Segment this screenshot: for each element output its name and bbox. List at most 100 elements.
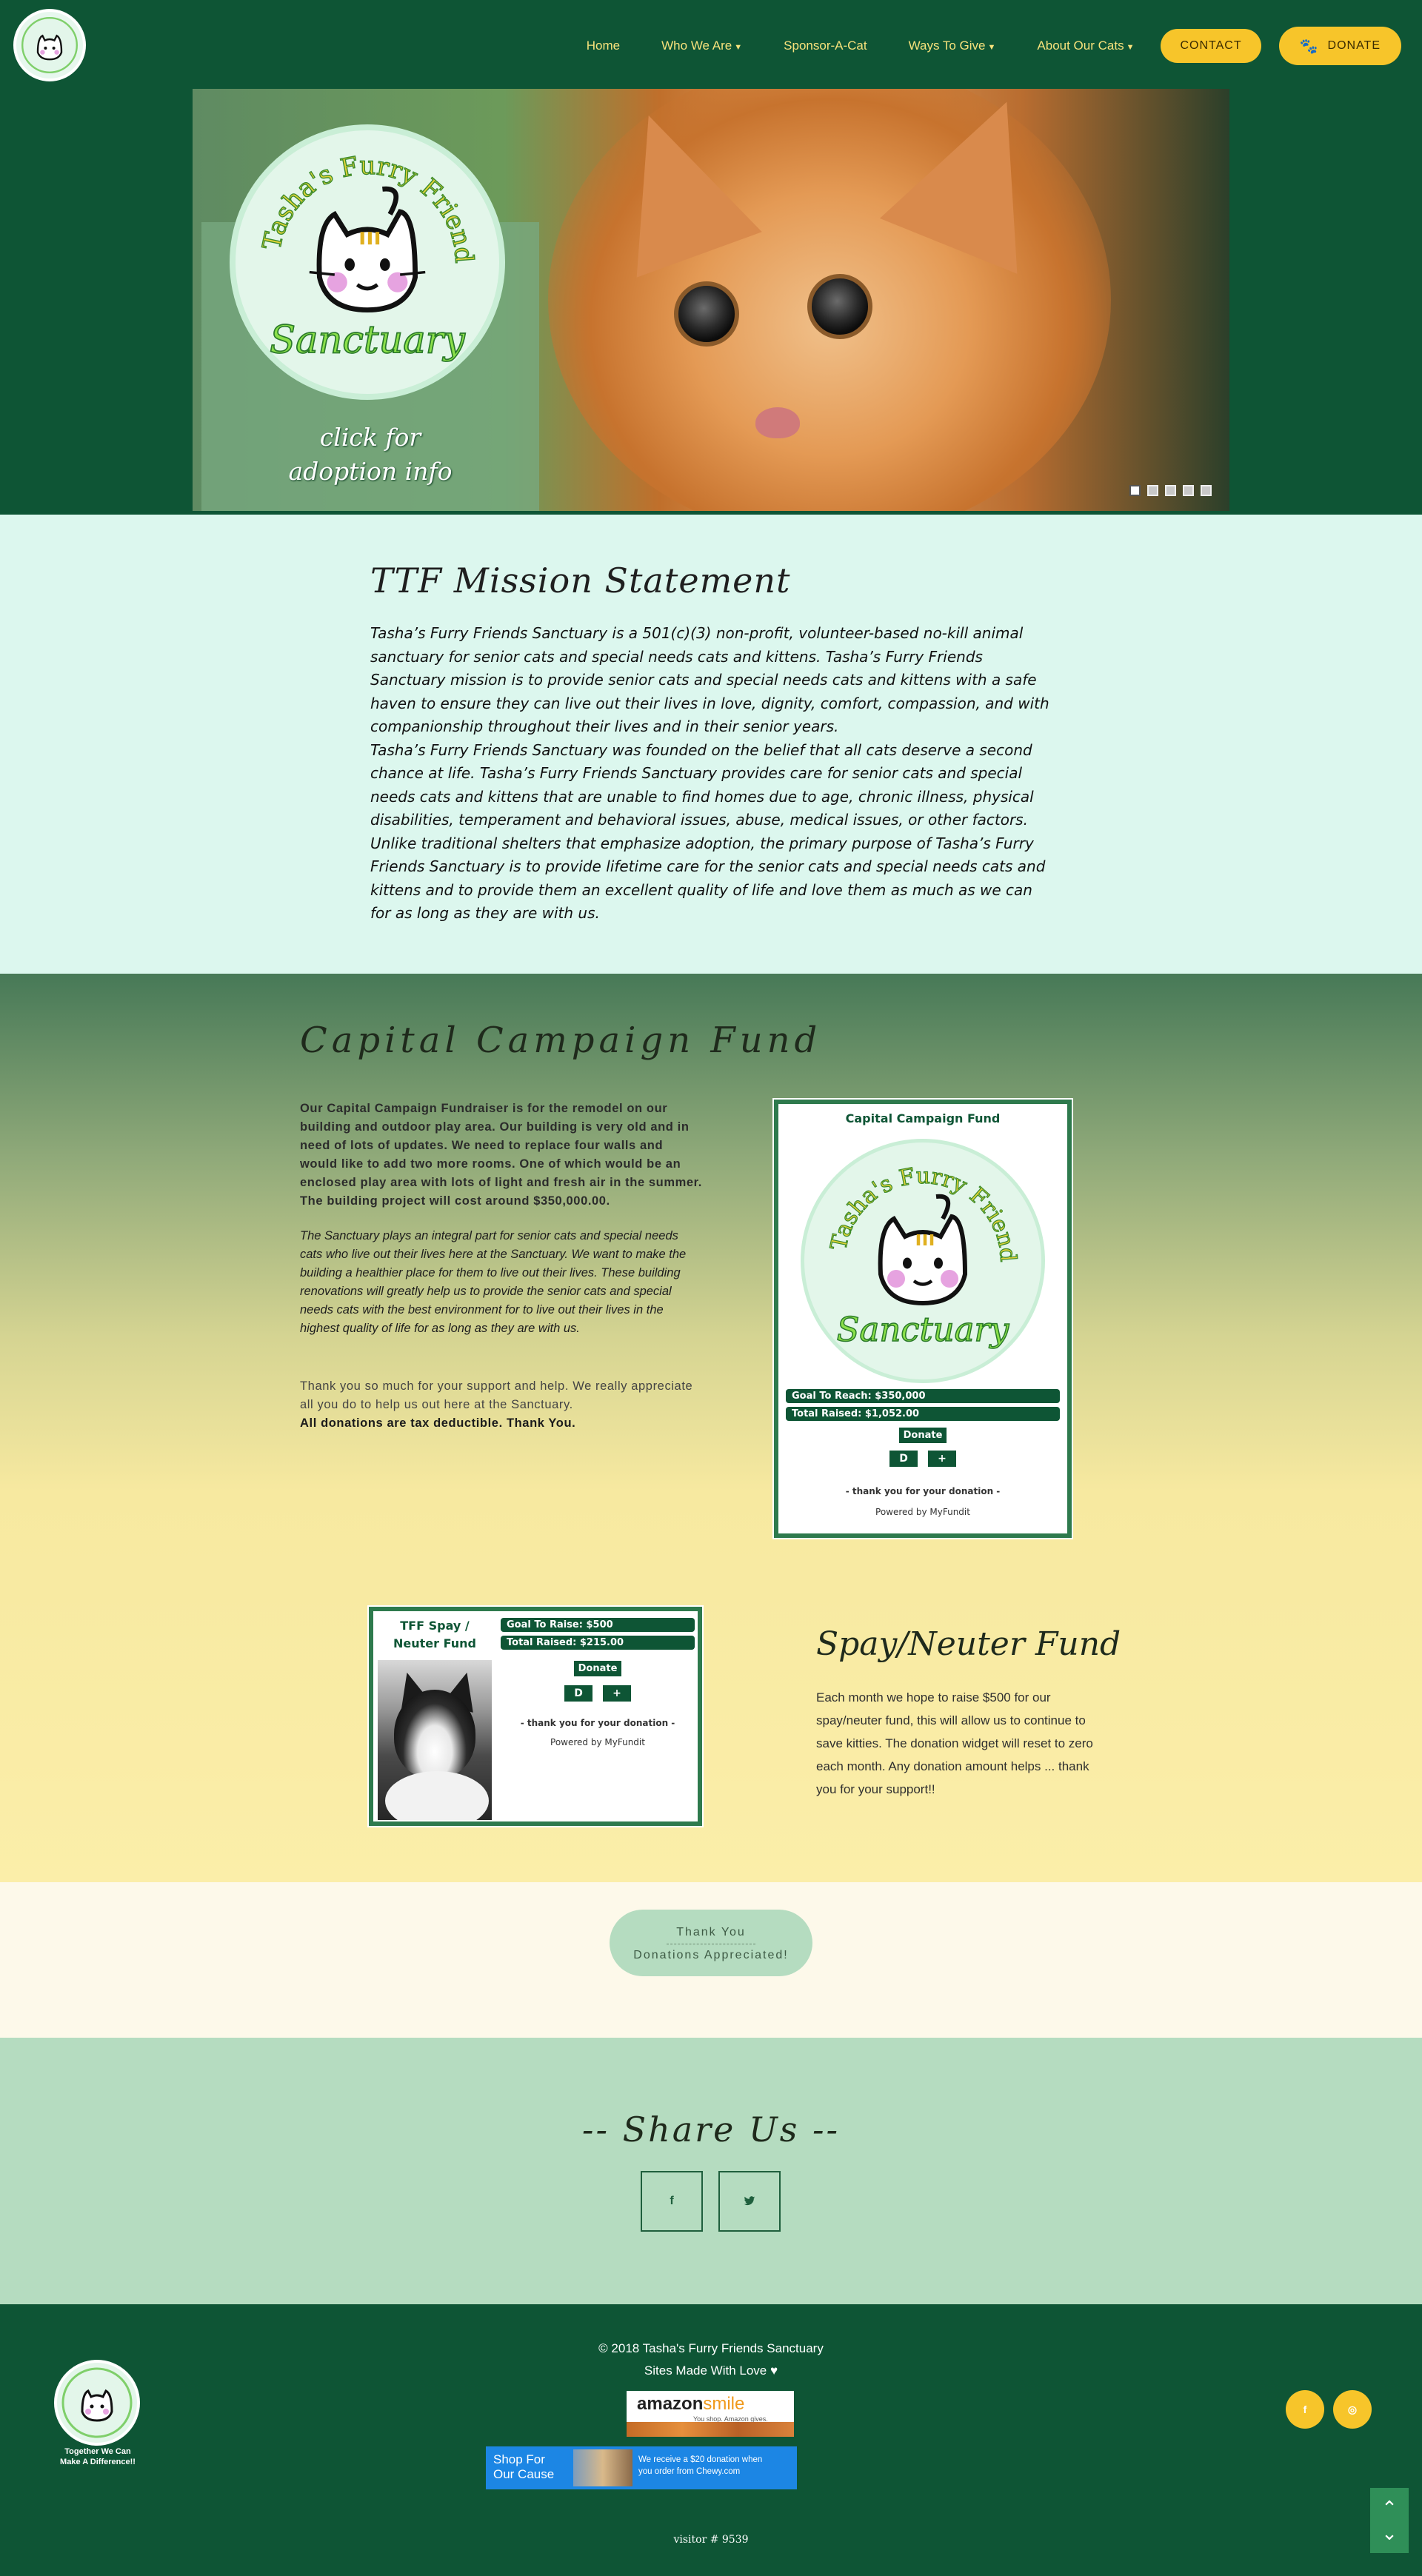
widget-progress: Goal To Reach: $350,000 Total Raised: $1… [778, 1389, 1067, 1421]
nav-who-we-are[interactable]: Who We Are ▼ [661, 39, 742, 53]
caret-down-icon: ▼ [987, 43, 996, 52]
chewy-text: We receive a $20 donation when you order… [638, 2454, 762, 2478]
widget-powered-by[interactable]: Powered by MyFundit [778, 1507, 1067, 1517]
hero-carousel: Tasha's Furry Friends Sanctuary click fo… [0, 89, 1422, 515]
nav-home[interactable]: Home [587, 39, 620, 53]
site-logo[interactable] [13, 9, 86, 81]
paw-icon: 🐾 [1299, 38, 1319, 55]
scroll-buttons[interactable]: ⌃ ⌄ [1370, 2488, 1409, 2553]
thank-you-button[interactable]: Thank You Donations Appreciated! [610, 1910, 812, 1976]
black-white-cat-photo [378, 1660, 492, 1820]
facebook-icon: f [670, 2195, 674, 2207]
spay-donate-row: Donate [501, 1660, 695, 1676]
spay-powered-by[interactable]: Powered by MyFundit [501, 1737, 695, 1747]
cat-logo-icon: Tasha's Furry Friends Sanctuary [241, 136, 479, 363]
widget-increase-button[interactable]: + [928, 1451, 956, 1467]
chevron-up-icon[interactable]: ⌃ [1381, 2495, 1398, 2520]
capital-paragraph-3: Thank you so much for your support and h… [300, 1377, 704, 1433]
carousel-indicators [1129, 485, 1218, 496]
spay-photo-column: TFF Spay / Neuter Fund [376, 1614, 493, 1821]
spay-widget-controls: Goal To Raise: $500 Total Raised: $215.0… [501, 1614, 695, 1747]
widget-donate-button[interactable]: Donate [898, 1428, 947, 1443]
mission-section: TTF Mission Statement Tasha’s Furry Frie… [0, 515, 1422, 974]
mission-body: Tasha’s Furry Friends Sanctuary is a 501… [370, 622, 1053, 926]
amazon-wordmark: amazonsmile [637, 2394, 744, 2415]
mission-title: TTF Mission Statement [370, 561, 791, 600]
nav-sponsor-a-cat[interactable]: Sponsor-A-Cat [784, 39, 867, 53]
mission-paragraph-2: Tasha’s Furry Friends Sanctuary was foun… [370, 740, 1034, 829]
caret-down-icon: ▼ [734, 43, 743, 52]
mission-paragraph-1: Tasha’s Furry Friends Sanctuary is a 501… [370, 624, 1049, 735]
thank-you-section: Thank You Donations Appreciated! [0, 1882, 1422, 2038]
chewy-line1: Shop For [493, 2452, 545, 2466]
capital-paragraph-1: Our Capital Campaign Fundraiser is for t… [300, 1102, 702, 1208]
thank-you-line2: Donations Appreciated! [633, 1949, 789, 1961]
hero-kitten-photo[interactable]: Tasha's Furry Friends Sanctuary click fo… [193, 89, 1229, 511]
footer-tagline: Together We Can Make A Difference!! [39, 2446, 157, 2467]
cat-face [394, 1690, 475, 1779]
cat-logo-icon: Tasha's Furry Friends Sanctuary [812, 1150, 1021, 1350]
svg-text:Sanctuary: Sanctuary [837, 1310, 1009, 1349]
raised-bar: Total Raised: $1,052.00 [786, 1407, 1060, 1421]
kitten-eye-right [807, 274, 872, 339]
thank-you-line1: Thank You [676, 1926, 746, 1938]
visitor-counter: visitor # 9539 [673, 2534, 749, 2546]
amazon-smile-banner[interactable]: amazonsmile You shop. Amazon gives. [627, 2391, 794, 2437]
capital-thanks-text: Thank you so much for your support and h… [300, 1379, 693, 1411]
carousel-dot-1[interactable] [1129, 485, 1141, 496]
widget-title: Capital Campaign Fund [845, 1111, 1001, 1125]
adoption-cta-line1: click for [319, 423, 421, 452]
amazon-word: amazon [637, 2394, 704, 2414]
spay-title: Spay/Neuter Fund [816, 1625, 1121, 1663]
contact-button[interactable]: CONTACT [1161, 29, 1261, 63]
share-title: -- Share Us -- [581, 2110, 841, 2150]
facebook-icon: f [1303, 2403, 1307, 2415]
nav-links: Home Who We Are ▼ Sponsor-A-Cat Ways To G… [566, 27, 1401, 65]
footer-instagram-button[interactable]: ◎ [1333, 2390, 1372, 2429]
tagline-line2: Make A Difference!! [60, 2458, 136, 2466]
widget-amount-row: D + [778, 1451, 1067, 1467]
spay-goal-bar: Goal To Raise: $500 [501, 1618, 695, 1632]
sanctuary-logo[interactable]: Tasha's Furry Friends Sanctuary [230, 124, 505, 400]
twitter-icon [744, 2196, 755, 2206]
chewy-headline: Shop For Our Cause [493, 2452, 554, 2482]
amazon-banner-pets [627, 2422, 794, 2437]
donate-button[interactable]: 🐾 DONATE [1278, 27, 1401, 65]
share-facebook-button[interactable]: f [641, 2171, 703, 2232]
amazon-smile-word: smile [703, 2394, 745, 2414]
chewy-line2: Our Cause [493, 2467, 555, 2481]
tagline-line1: Together We Can [64, 2447, 131, 2456]
carousel-dot-4[interactable] [1183, 485, 1194, 496]
footer-facebook-button[interactable]: f [1286, 2390, 1324, 2429]
spay-donate-button[interactable]: Donate [573, 1661, 622, 1676]
chewy-banner[interactable]: Shop For Our Cause We receive a $20 dona… [486, 2446, 797, 2489]
capital-donation-widget: Capital Campaign Fund Tasha's Furry Frie… [772, 1098, 1073, 1539]
spay-description: Each month we hope to raise $500 for our… [816, 1690, 1093, 1796]
carousel-dot-2[interactable] [1147, 485, 1158, 496]
nav-who-we-are-label: Who We Are [661, 39, 732, 53]
capital-campaign-section: Capital Campaign Fund Our Capital Campai… [0, 974, 1422, 1882]
widget-decrease-button[interactable]: D [889, 1451, 918, 1467]
adoption-cta-line2: adoption info [288, 457, 453, 486]
nav-ways-to-give[interactable]: Ways To Give ▼ [909, 39, 996, 53]
top-navbar: Home Who We Are ▼ Sponsor-A-Cat Ways To G… [0, 0, 1422, 89]
nav-ways-to-give-label: Ways To Give [908, 39, 986, 53]
adoption-info-link[interactable]: click for adoption info [267, 421, 474, 489]
kitten-nose [755, 407, 800, 438]
spay-donation-widget: TFF Spay / Neuter Fund Goal To Raise: $5… [367, 1605, 704, 1827]
carousel-dot-3[interactable] [1165, 485, 1176, 496]
made-with-love[interactable]: Sites Made With Love ♥ [0, 2363, 1422, 2378]
mission-paragraph-3: Unlike traditional shelters that emphasi… [370, 834, 1046, 923]
carousel-dot-5[interactable] [1201, 485, 1212, 496]
chewy-text1: We receive a $20 donation when [638, 2455, 763, 2464]
chewy-pets-image [573, 2449, 632, 2486]
share-twitter-button[interactable] [718, 2171, 781, 2232]
caret-down-icon: ▼ [1126, 43, 1135, 52]
spay-raised-bar: Total Raised: $215.00 [501, 1636, 695, 1650]
contact-label: CONTACT [1180, 39, 1242, 52]
chevron-down-icon[interactable]: ⌄ [1381, 2520, 1398, 2546]
spay-increase-button[interactable]: + [603, 1685, 631, 1702]
spay-decrease-button[interactable]: D [564, 1685, 592, 1702]
spay-widget-thanks: - thank you for your donation - [520, 1718, 675, 1728]
nav-about-our-cats[interactable]: About Our Cats ▼ [1037, 39, 1134, 53]
